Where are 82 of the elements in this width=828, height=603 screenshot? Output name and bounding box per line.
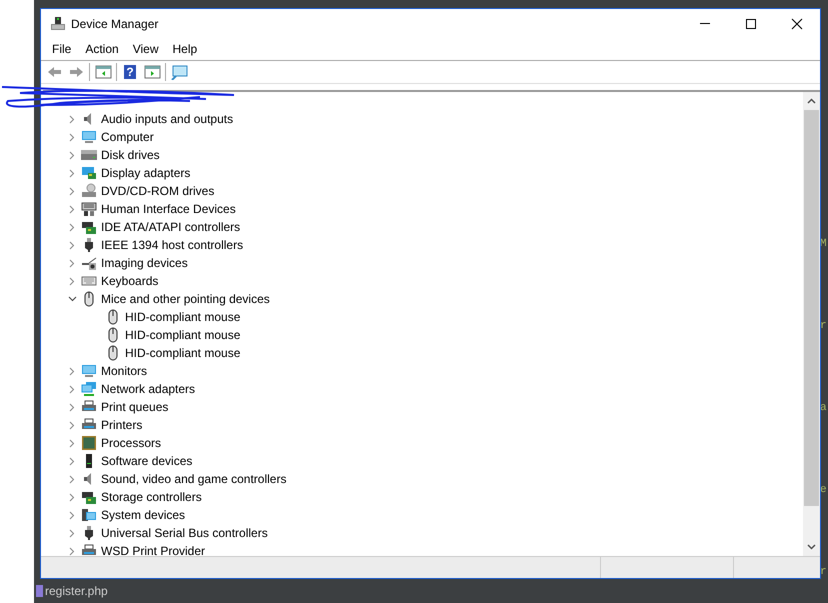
expand-chevron-icon[interactable]: [67, 204, 77, 214]
tree-item[interactable]: Network adapters: [101, 382, 196, 396]
menu-item[interactable]: View: [126, 42, 166, 56]
expand-chevron-icon[interactable]: [67, 402, 77, 412]
tree-item[interactable]: HID-compliant mouse: [125, 346, 240, 360]
tree-item[interactable]: Universal Serial Bus controllers: [101, 526, 268, 540]
display-adapter-icon: [81, 165, 97, 181]
expand-chevron-icon[interactable]: [67, 420, 77, 430]
expand-chevron-icon[interactable]: [67, 474, 77, 484]
code-fragment: r: [820, 566, 828, 578]
tree-item[interactable]: Printers: [101, 418, 142, 432]
expand-chevron-icon[interactable]: [67, 438, 77, 448]
monitor-icon: [81, 129, 97, 145]
expand-chevron-icon[interactable]: [67, 168, 77, 178]
php-file-icon: [36, 585, 43, 597]
expand-chevron-icon[interactable]: [67, 276, 77, 286]
tree-item[interactable]: Computer: [101, 130, 154, 144]
expand-chevron-icon[interactable]: [67, 546, 77, 556]
tree-item[interactable]: HID-compliant mouse: [125, 310, 240, 324]
tree-item[interactable]: Processors: [101, 436, 162, 450]
expand-chevron-icon[interactable]: [67, 384, 77, 394]
tree-item[interactable]: Human Interface Devices: [101, 202, 236, 216]
menu-item[interactable]: File: [45, 42, 78, 56]
disk-drive-icon: [81, 147, 97, 163]
maximize-icon: [745, 18, 757, 30]
code-fragment: r: [820, 320, 828, 332]
expand-chevron-icon[interactable]: [67, 114, 77, 124]
tree-item[interactable]: WSD Print Provider: [101, 544, 206, 556]
minimize-icon: [700, 23, 710, 24]
scrollbar-thumb[interactable]: [804, 110, 819, 506]
tree-item[interactable]: Audio inputs and outputs: [101, 112, 234, 126]
controller-card-icon: [81, 219, 97, 235]
menu-item[interactable]: Help: [166, 42, 204, 56]
tree-item[interactable]: Monitors: [101, 364, 148, 378]
tree-item[interactable]: Sound, video and game controllers: [101, 472, 286, 486]
tree-item[interactable]: Software devices: [101, 454, 192, 468]
window-pane-icon[interactable]: [94, 64, 112, 80]
expand-chevron-icon[interactable]: [67, 222, 77, 232]
expand-chevron-icon[interactable]: [67, 528, 77, 538]
expand-chevron-icon[interactable]: [67, 510, 77, 520]
monitor-magnifier-icon[interactable]: [170, 64, 188, 80]
tree-item[interactable]: IDE ATA/ATAPI controllers: [101, 220, 240, 234]
network-icon: [81, 381, 97, 397]
tree-item[interactable]: Disk drives: [101, 148, 160, 162]
disc-drive-icon: [81, 183, 97, 199]
printer-icon: [81, 543, 97, 556]
expand-chevron-icon[interactable]: [67, 150, 77, 160]
expand-chevron-icon[interactable]: [67, 240, 77, 250]
system-device-icon: [81, 507, 97, 523]
tree-item[interactable]: HID-compliant mouse: [125, 328, 240, 342]
tree-item[interactable]: Display adapters: [101, 166, 190, 180]
file-tab[interactable]: register.php: [45, 584, 108, 598]
window-pane-icon[interactable]: [143, 64, 161, 80]
tree-item[interactable]: Mice and other pointing devices: [101, 292, 270, 306]
collapse-chevron-icon[interactable]: [67, 296, 77, 302]
expand-chevron-icon[interactable]: [67, 132, 77, 142]
menu-item[interactable]: Action: [78, 42, 126, 56]
camera-icon: [81, 255, 97, 271]
vertical-scrollbar[interactable]: [803, 92, 820, 556]
tree-item[interactable]: System devices: [101, 508, 186, 522]
tree-item[interactable]: Print queues: [101, 400, 168, 414]
code-fragment: a: [820, 402, 828, 414]
device-manager-icon: [50, 16, 66, 32]
expand-chevron-icon[interactable]: [67, 186, 77, 196]
scroll-down-icon[interactable]: [807, 544, 816, 550]
expand-chevron-icon[interactable]: [67, 456, 77, 466]
code-fragment: e: [820, 484, 828, 496]
expand-chevron-icon[interactable]: [67, 492, 77, 502]
tree-item[interactable]: Keyboards: [101, 274, 158, 288]
tree-item[interactable]: Storage controllers: [101, 490, 202, 504]
keyboard-device-icon: [81, 201, 97, 217]
scroll-up-icon[interactable]: [807, 98, 816, 104]
close-icon: [791, 18, 803, 30]
tree-item[interactable]: IEEE 1394 host controllers: [101, 238, 244, 252]
processor-icon: [81, 435, 97, 451]
tree-item[interactable]: DVD/CD-ROM drives: [101, 184, 214, 198]
window-title: Device Manager: [71, 16, 158, 30]
controller-card-icon: [81, 489, 97, 505]
expand-chevron-icon[interactable]: [67, 366, 77, 376]
tree-item[interactable]: Imaging devices: [101, 256, 188, 270]
expand-chevron-icon[interactable]: [67, 258, 77, 268]
monitor-icon: [81, 363, 97, 379]
